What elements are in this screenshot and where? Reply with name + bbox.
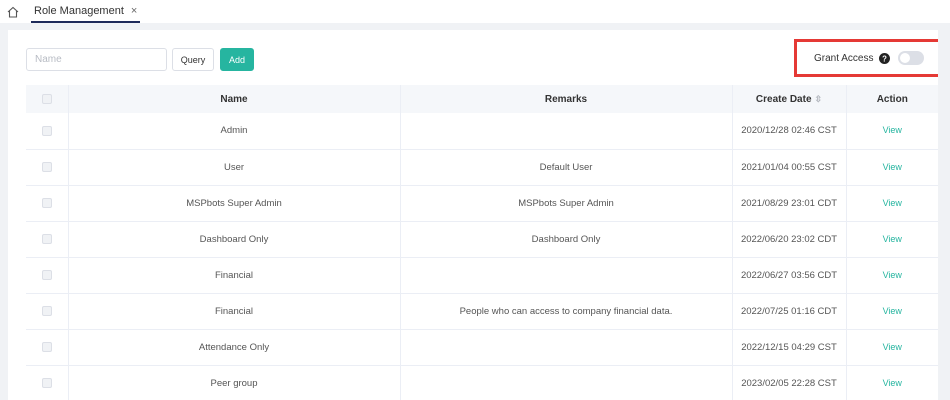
row-checkbox[interactable] — [41, 161, 52, 172]
header-name: Name — [68, 85, 401, 113]
tab-role-management[interactable]: Role Management × — [31, 0, 141, 23]
row-checkbox[interactable] — [41, 197, 52, 208]
grant-access-toggle[interactable] — [898, 51, 925, 65]
row-remarks — [400, 113, 733, 149]
tab-close-icon[interactable]: × — [131, 0, 137, 22]
roles-table: Name Remarks Create Date ⇳ Action Admin 2… — [26, 85, 938, 400]
row-name: Admin — [68, 113, 401, 149]
row-name: Dashboard Only — [68, 221, 401, 257]
header-action: Action — [876, 93, 908, 105]
header-create-date-label: Create Date — [755, 93, 812, 105]
row-select-cell — [26, 293, 69, 329]
row-remarks: MSPbots Super Admin — [400, 185, 733, 221]
row-checkbox[interactable] — [41, 341, 52, 352]
table-row: User Default User 2021/01/04 00:55 CST V… — [26, 149, 938, 185]
row-name: Attendance Only — [68, 329, 401, 365]
view-link[interactable]: View — [883, 378, 902, 388]
table-header-row: Name Remarks Create Date ⇳ Action — [26, 85, 938, 113]
row-action-cell: View — [846, 365, 938, 400]
row-select-cell — [26, 221, 69, 257]
row-action-cell: View — [846, 185, 938, 221]
table-row: Dashboard Only Dashboard Only 2022/06/20… — [26, 221, 938, 257]
row-action-cell: View — [846, 149, 938, 185]
row-create-date: 2021/08/29 23:01 CDT — [732, 185, 847, 221]
row-name: Peer group — [68, 365, 401, 400]
row-name: Financial — [68, 293, 401, 329]
row-name: Financial — [68, 257, 401, 293]
header-remarks: Remarks — [400, 85, 733, 113]
home-icon[interactable] — [6, 5, 20, 19]
view-link[interactable]: View — [883, 306, 902, 316]
toolbar: Query Add Grant Access ? — [8, 30, 938, 85]
row-select-cell — [26, 257, 69, 293]
name-search-input[interactable] — [26, 48, 167, 71]
row-create-date: 2022/07/25 01:16 CDT — [732, 293, 847, 329]
help-icon[interactable]: ? — [879, 52, 891, 64]
table-row: Financial People who can access to compa… — [26, 293, 938, 329]
svg-text:?: ? — [883, 54, 888, 63]
row-remarks: People who can access to company financi… — [400, 293, 733, 329]
row-checkbox[interactable] — [41, 125, 52, 136]
row-select-cell — [26, 329, 69, 365]
sort-icon[interactable]: ⇳ — [815, 94, 823, 104]
row-create-date: 2023/02/05 22:28 CST — [732, 365, 847, 400]
view-link[interactable]: View — [883, 342, 902, 352]
row-action-cell: View — [846, 257, 938, 293]
row-remarks — [400, 365, 733, 400]
add-button[interactable]: Add — [220, 48, 254, 71]
row-checkbox[interactable] — [41, 269, 52, 280]
view-link[interactable]: View — [883, 125, 902, 135]
toggle-knob — [900, 53, 911, 63]
row-checkbox[interactable] — [41, 305, 52, 316]
header-create-date[interactable]: Create Date ⇳ — [732, 85, 847, 113]
view-link[interactable]: View — [883, 234, 902, 244]
row-create-date: 2021/01/04 00:55 CST — [732, 149, 847, 185]
top-tab-bar: Role Management × — [0, 0, 950, 23]
grant-access-control: Grant Access ? — [794, 39, 938, 77]
table-row: Admin 2020/12/28 02:46 CST View — [26, 113, 938, 149]
tab-label: Role Management — [34, 4, 124, 17]
table-row: Attendance Only 2022/12/15 04:29 CST Vie… — [26, 329, 938, 365]
row-create-date: 2020/12/28 02:46 CST — [732, 113, 847, 149]
row-create-date: 2022/12/15 04:29 CST — [732, 329, 847, 365]
row-create-date: 2022/06/27 03:56 CDT — [732, 257, 847, 293]
row-checkbox[interactable] — [41, 233, 52, 244]
table-row: Peer group 2023/02/05 22:28 CST View — [26, 365, 938, 400]
row-action-cell: View — [846, 329, 938, 365]
grant-access-label: Grant Access — [814, 52, 874, 64]
row-create-date: 2022/06/20 23:02 CDT — [732, 221, 847, 257]
row-remarks: Dashboard Only — [400, 221, 733, 257]
row-select-cell — [26, 113, 69, 149]
role-management-panel: Query Add Grant Access ? Name Remarks — [8, 30, 938, 400]
view-link[interactable]: View — [883, 270, 902, 280]
row-action-cell: View — [846, 113, 938, 149]
query-button[interactable]: Query — [172, 48, 214, 71]
row-name: MSPbots Super Admin — [68, 185, 401, 221]
view-link[interactable]: View — [883, 198, 902, 208]
select-all-cell — [26, 85, 69, 113]
row-checkbox[interactable] — [41, 377, 52, 388]
row-remarks — [400, 329, 733, 365]
view-link[interactable]: View — [883, 162, 902, 172]
row-select-cell — [26, 149, 69, 185]
row-select-cell — [26, 185, 69, 221]
row-remarks — [400, 257, 733, 293]
table-row: MSPbots Super Admin MSPbots Super Admin … — [26, 185, 938, 221]
row-action-cell: View — [846, 293, 938, 329]
row-name: User — [68, 149, 401, 185]
select-all-checkbox[interactable] — [41, 93, 52, 104]
row-action-cell: View — [846, 221, 938, 257]
row-select-cell — [26, 365, 69, 400]
table-row: Financial 2022/06/27 03:56 CDT View — [26, 257, 938, 293]
row-remarks: Default User — [400, 149, 733, 185]
